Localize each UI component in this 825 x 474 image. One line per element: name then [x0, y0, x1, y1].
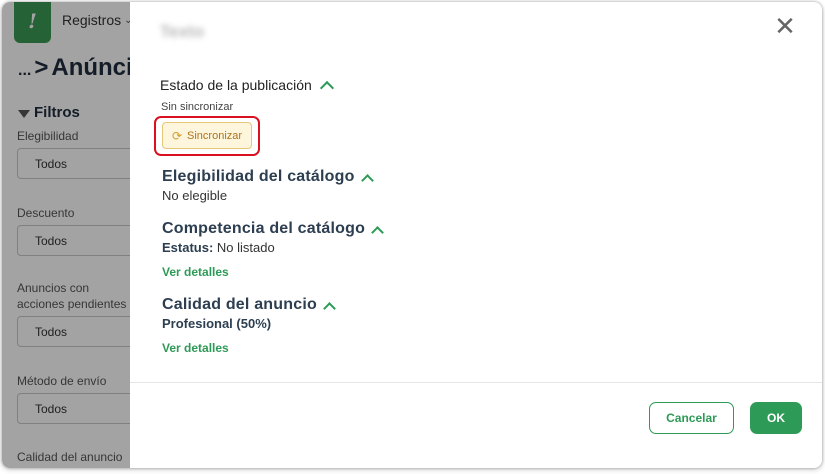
footer-divider [130, 382, 822, 383]
chevron-up-icon [371, 225, 384, 239]
chevron-up-icon [323, 301, 336, 315]
competition-status-value: No listado [216, 240, 275, 255]
catalog-eligibility-heading[interactable]: Elegibilidad del catálogo [162, 168, 374, 187]
cancel-button[interactable]: Cancelar [649, 402, 734, 434]
quality-details-link[interactable]: Ver detalles [162, 341, 229, 355]
competition-status-label: Estatus: [162, 240, 214, 255]
publication-status-heading[interactable]: Estado de la publicación [160, 77, 334, 96]
catalog-eligibility-title: Elegibilidad del catálogo [162, 168, 355, 185]
app-window: ! Registros ⌄ ... > Anúnci Filtros Elegi… [2, 2, 822, 468]
refresh-icon: ⟳ [171, 128, 183, 143]
close-icon[interactable]: ✕ [772, 14, 798, 40]
listing-detail-modal: Texto ✕ Estado de la publicación Sin sin… [130, 2, 822, 468]
catalog-competition-title: Competencia del catálogo [162, 220, 366, 237]
listing-quality-title: Calidad del anuncio [162, 296, 317, 313]
modal-title: Texto [160, 22, 205, 41]
chevron-up-icon [319, 80, 334, 96]
catalog-competition-status: Estatus: No listado [162, 240, 275, 255]
listing-quality-heading[interactable]: Calidad del anuncio [162, 296, 336, 315]
catalog-competition-heading[interactable]: Competencia del catálogo [162, 220, 384, 239]
sync-button[interactable]: ⟳ Sincronizar [162, 122, 252, 149]
chevron-up-icon [360, 173, 374, 187]
publication-status-text: Sin sincronizar [161, 101, 234, 113]
sync-button-label: Sincronizar [187, 129, 243, 142]
ok-button[interactable]: OK [750, 402, 802, 434]
listing-quality-value: Profesional (50%) [162, 316, 272, 331]
competition-details-link[interactable]: Ver detalles [162, 265, 229, 279]
publication-status-title: Estado de la publicación [160, 77, 312, 93]
catalog-eligibility-value: No elegible [162, 188, 228, 203]
